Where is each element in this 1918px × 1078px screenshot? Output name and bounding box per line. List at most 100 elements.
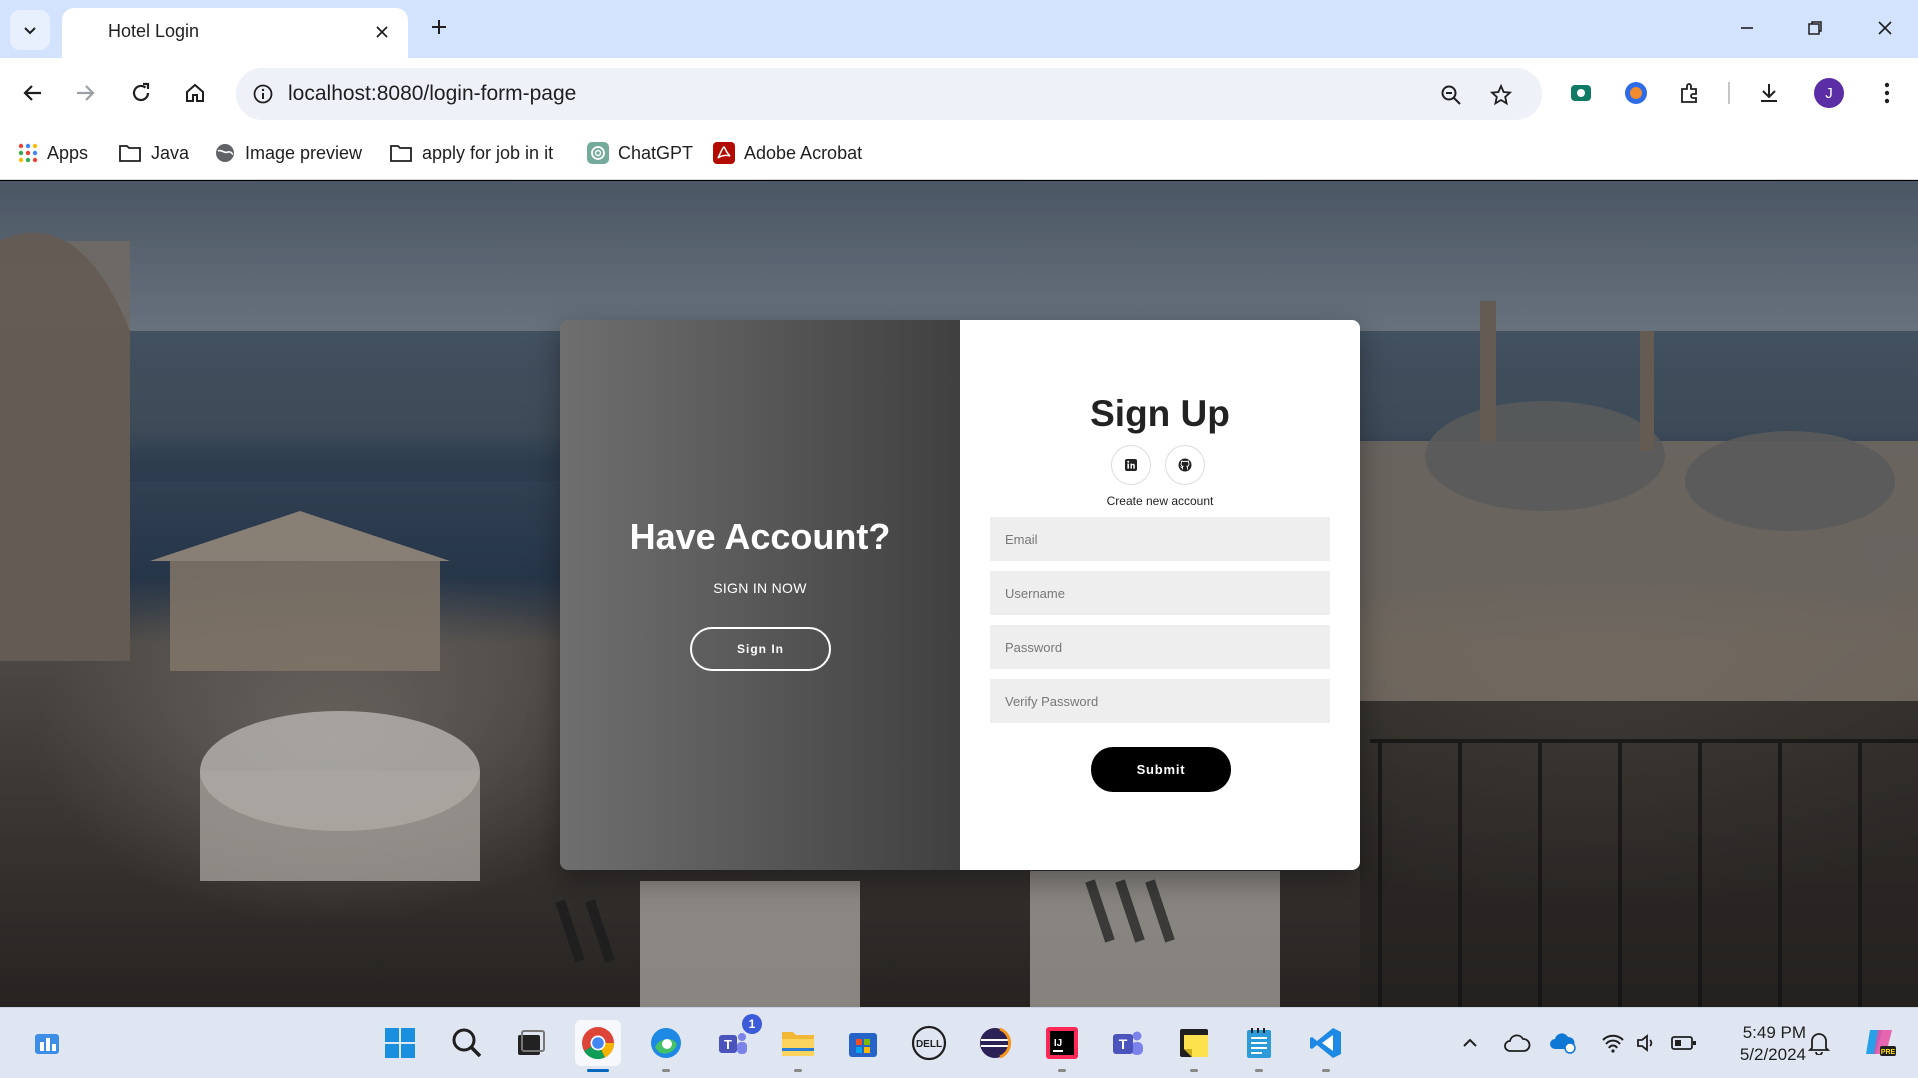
puzzle-icon — [1681, 83, 1697, 103]
taskbar-store[interactable] — [840, 1020, 886, 1066]
minimize-icon — [1741, 27, 1753, 29]
tab-close-button[interactable] — [368, 18, 396, 46]
downloads-button[interactable] — [1752, 76, 1786, 110]
back-button[interactable] — [14, 74, 52, 112]
bookmark-java[interactable]: Java — [118, 138, 189, 168]
acrobat-icon — [713, 142, 735, 164]
vscode-icon — [1310, 1028, 1341, 1058]
extensions-button[interactable] — [1673, 76, 1707, 110]
bookmark-label: Adobe Acrobat — [744, 142, 863, 163]
download-icon — [1761, 84, 1777, 102]
wifi-tray[interactable] — [1598, 1028, 1628, 1058]
dell-icon: DELL — [911, 1025, 947, 1061]
arrow-left-icon — [23, 85, 41, 101]
folder-icon — [119, 145, 141, 162]
copilot-button[interactable]: PRE — [1860, 1022, 1900, 1062]
zoom-icon — [1441, 85, 1461, 105]
chrome-icon — [582, 1027, 614, 1060]
battery-tray[interactable] — [1669, 1028, 1699, 1058]
bookmark-star-button[interactable] — [1484, 78, 1518, 112]
extension-logo-icon — [1625, 82, 1647, 104]
taskbar-sticky-notes[interactable] — [1171, 1020, 1217, 1072]
submit-button[interactable]: Submit — [1091, 747, 1231, 792]
email-field[interactable] — [990, 517, 1330, 561]
volume-tray[interactable] — [1632, 1028, 1662, 1058]
site-info-button[interactable] — [248, 79, 278, 109]
linkedin-button[interactable] — [1111, 445, 1151, 485]
tab-title: Hotel Login — [108, 21, 200, 41]
start-button[interactable] — [377, 1020, 423, 1066]
task-view-button[interactable] — [507, 1020, 553, 1066]
have-account-heading: Have Account? — [629, 516, 891, 557]
bookmark-image-preview[interactable]: Image preview — [214, 138, 362, 168]
taskbar-notepad[interactable] — [1236, 1020, 1282, 1072]
notification-center-button[interactable] — [1804, 1028, 1834, 1058]
taskbar-chrome[interactable] — [575, 1020, 621, 1072]
sign-in-panel: Have Account? SIGN IN NOW Sign In — [560, 320, 960, 870]
star-icon — [1489, 83, 1513, 106]
taskbar-dell[interactable]: DELL — [906, 1020, 952, 1066]
browser-menu-button[interactable] — [1870, 76, 1904, 110]
bookmark-chatgpt[interactable]: ChatGPT — [587, 138, 693, 168]
new-tab-button[interactable] — [422, 10, 456, 44]
taskbar-vscode[interactable] — [1303, 1020, 1349, 1072]
taskbar-intellij[interactable]: IJ — [1039, 1020, 1085, 1072]
sign-up-panel: Sign Up Create new account Submit — [960, 320, 1360, 870]
tab-search-button[interactable] — [10, 10, 50, 50]
bookmark-label: Apps — [47, 142, 89, 163]
password-field[interactable] — [990, 625, 1330, 669]
bookmark-label: apply for job in it — [422, 142, 554, 163]
sign-up-heading: Sign Up — [1090, 393, 1230, 434]
onedrive-tray[interactable] — [1502, 1028, 1532, 1058]
taskbar-teams[interactable]: T 1 — [710, 1014, 762, 1066]
onedrive-sync-tray[interactable] — [1548, 1028, 1578, 1058]
wifi-icon — [1602, 1034, 1624, 1053]
reload-icon — [132, 82, 150, 102]
verify-password-field[interactable] — [990, 679, 1330, 723]
github-icon — [1178, 458, 1192, 472]
taskbar-file-explorer[interactable] — [775, 1020, 821, 1072]
sign-in-now-text: SIGN IN NOW — [713, 580, 807, 596]
copilot-icon: PRE — [1866, 1030, 1896, 1056]
globe-icon — [216, 144, 234, 162]
sign-in-button[interactable]: Sign In — [690, 627, 831, 671]
bookmark-adobe-acrobat[interactable]: Adobe Acrobat — [713, 138, 862, 168]
close-icon — [376, 26, 388, 38]
zoom-button[interactable] — [1434, 78, 1468, 112]
minimize-button[interactable] — [1722, 10, 1772, 46]
taskbar-teams-work[interactable]: T — [1105, 1020, 1151, 1066]
url-text[interactable]: localhost:8080/login-form-page — [288, 82, 576, 106]
show-hidden-icons-button[interactable] — [1455, 1028, 1485, 1058]
forward-button[interactable] — [66, 74, 104, 112]
taskbar-clock[interactable]: 5:49 PM 5/2/2024 — [1706, 1022, 1806, 1066]
extension-screen-recorder[interactable] — [1564, 76, 1598, 110]
username-field[interactable] — [990, 571, 1330, 615]
info-icon — [253, 84, 273, 104]
bookmark-apps[interactable]: Apps — [18, 138, 88, 168]
svg-text:DELL: DELL — [916, 1039, 942, 1050]
taskbar-edge[interactable] — [643, 1020, 689, 1072]
widgets-button[interactable] — [24, 1020, 70, 1066]
cloud-sync-icon — [1550, 1033, 1576, 1054]
github-button[interactable] — [1165, 445, 1205, 485]
close-icon — [1878, 21, 1892, 35]
page-viewport: Have Account? SIGN IN NOW Sign In Sign U… — [0, 181, 1918, 1007]
bookmark-apply-for-job[interactable]: apply for job in it — [389, 138, 553, 168]
extension-colored[interactable] — [1619, 76, 1653, 110]
clock-time: 5:49 PM — [1742, 1023, 1806, 1042]
restore-button[interactable] — [1790, 10, 1840, 46]
taskbar-eclipse[interactable] — [972, 1020, 1018, 1066]
active-tab[interactable]: Hotel Login — [62, 8, 408, 58]
clock-date: 5/2/2024 — [1739, 1045, 1806, 1064]
home-button[interactable] — [176, 74, 214, 112]
close-window-button[interactable] — [1860, 10, 1910, 46]
create-account-caption: Create new account — [1106, 494, 1214, 508]
widgets-icon — [35, 1034, 59, 1054]
reload-button[interactable] — [122, 74, 160, 112]
chatgpt-icon — [587, 142, 609, 164]
address-bar[interactable]: localhost:8080/login-form-page — [236, 68, 1542, 120]
chevron-down-icon — [24, 27, 36, 35]
notepad-icon — [1247, 1028, 1271, 1058]
taskbar-search-button[interactable] — [444, 1020, 490, 1066]
profile-button[interactable]: J — [1812, 76, 1846, 110]
